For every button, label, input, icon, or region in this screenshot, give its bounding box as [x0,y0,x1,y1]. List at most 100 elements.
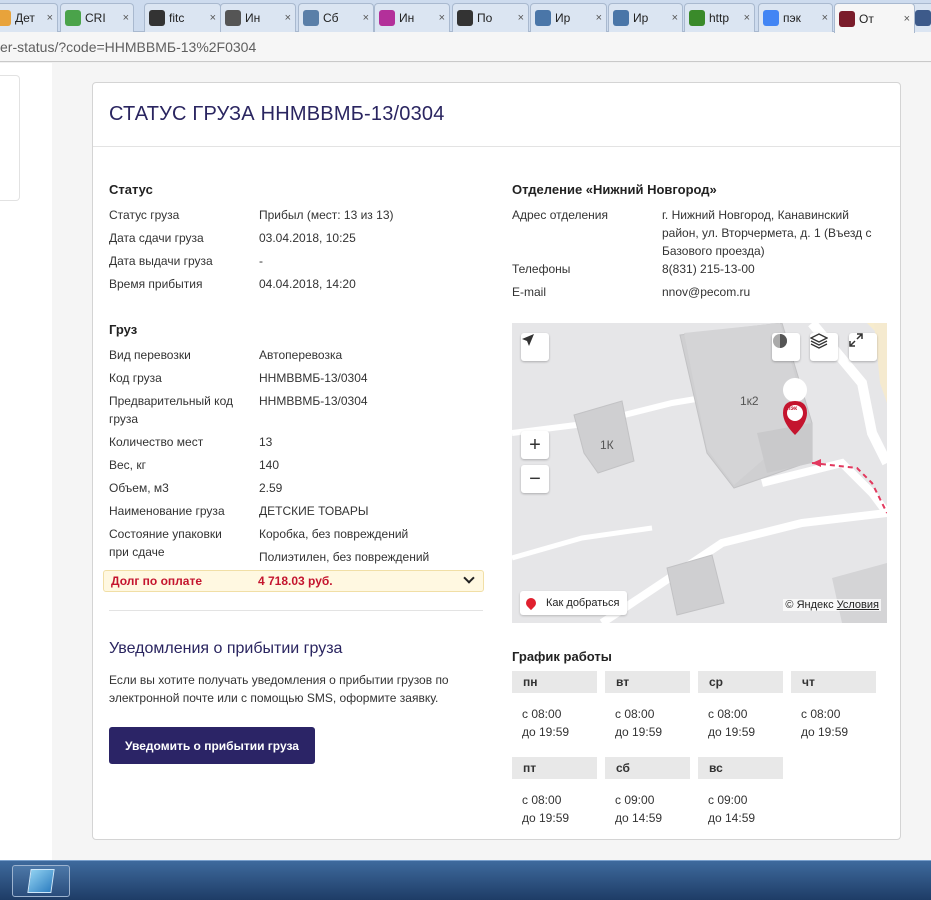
tab-label: fitc [169,11,185,25]
mail-icon [915,10,931,26]
map-canvas [512,323,887,623]
transport-type-label: Вид перевозки [109,348,191,362]
close-icon[interactable]: × [518,12,524,24]
close-icon[interactable]: × [363,12,369,24]
geolocation-button[interactable] [521,333,549,361]
close-icon[interactable]: × [744,12,750,24]
expand-icon [849,333,863,347]
arrival-time-value: 04.04.2018, 14:20 [259,277,356,291]
browser-tab[interactable]: fitc × [144,3,221,32]
schedule-day-wed: ср [698,671,783,693]
cargo-name-value: ДЕТСКИЕ ТОВАРЫ [259,504,369,518]
start-button[interactable] [12,865,70,897]
schedule-day-tue: вт [605,671,690,693]
browser-tab[interactable]: По × [452,3,529,32]
chrome-refresh-icon [65,10,81,26]
tab-label: Сб [323,11,339,25]
browser-tab[interactable]: Ин × [374,3,450,32]
address-bar[interactable]: er-status/?code=ННМВВМБ-13%2F0304 [0,32,931,62]
copyright-text: © Яндекс [785,599,834,611]
close-icon[interactable]: × [47,12,53,24]
tab-label: пэк [783,11,801,25]
close-icon[interactable]: × [285,12,291,24]
schedule-to-fri: до 19:59 [522,811,570,825]
divider [93,146,900,147]
browser-tab[interactable]: Сб × [298,3,374,32]
close-icon[interactable]: × [210,12,216,24]
volume-value: 2.59 [259,481,283,495]
browser-tab[interactable]: Ир × [530,3,607,32]
layers-button[interactable] [810,333,838,361]
chevron-down-icon[interactable] [463,572,475,584]
bag-icon [149,10,165,26]
address-label: Адрес отделения [512,208,608,222]
packaging-value-2: Полиэтилен, без повреждений [259,550,430,564]
minus-icon: − [529,467,541,490]
browser-tab[interactable]: Ин × [220,3,296,32]
browser-tab[interactable]: CRI × [60,3,134,32]
map-pin-icon [523,595,539,611]
layers-icon [810,333,828,349]
browser-tab[interactable]: Дет × [0,3,58,32]
close-icon[interactable]: × [672,12,678,24]
status-heading: Статус [109,182,153,197]
fullscreen-button[interactable] [849,333,877,361]
office-heading: Отделение «Нижний Новгород» [512,182,717,197]
schedule-heading: График работы [512,649,612,664]
schedule-to-tue: до 19:59 [615,725,663,739]
left-panel-stub [0,75,20,201]
route-label: Как добраться [546,597,620,609]
preliminary-code-value: ННМВВМБ-13/0304 [259,394,368,408]
app-window-icon [27,869,55,893]
status-value: Прибыл (мест: 13 из 13) [259,208,394,222]
debt-value: 4 718.03 руб. [258,574,333,588]
tab-label: http [709,11,730,25]
tab-label: Ин [245,11,261,25]
close-icon[interactable]: × [904,13,910,25]
weight-label: Вес, кг [109,458,146,472]
cargo-name-label: Наименование груза [109,504,225,518]
notify-heading: Уведомления о прибытии груза [109,640,343,657]
schedule-to-mon: до 19:59 [522,725,570,739]
whatsapp-icon [689,10,705,26]
cargo-code-label: Код груза [109,371,162,385]
page-title: СТАТУС ГРУЗА ННМВВМБ-13/0304 [109,103,445,125]
shopping-bag-icon [379,10,395,26]
close-icon[interactable]: × [123,12,129,24]
yandex-map[interactable]: 1к2 1К пэк + − Как добраться © Яндекс Ус… [512,323,887,623]
zoom-out-button[interactable]: − [521,465,549,493]
close-icon[interactable]: × [822,12,828,24]
tab-label: Ир [633,11,649,25]
schedule-day-mon: пн [512,671,597,693]
schedule-to-thu: до 19:59 [801,725,849,739]
traffic-button[interactable] [772,333,800,361]
browser-tab[interactable]: От × [834,3,915,33]
schedule-from-wed: с 08:00 [708,707,748,721]
issue-date-value: - [259,254,263,268]
os-taskbar [0,860,931,900]
tab-label: Дет [15,11,35,25]
issue-date-label: Дата выдачи груза [109,254,213,268]
url-text[interactable]: er-status/?code=ННМВВМБ-13%2F0304 [0,39,256,55]
tab-label: От [859,11,874,26]
route-button[interactable]: Как добраться [520,591,628,615]
browser-tab[interactable]: пэк × [758,3,833,32]
email-value[interactable]: nnov@pecom.ru [662,283,750,301]
terms-link[interactable]: Условия [837,599,879,611]
browser-tab[interactable]: http × [684,3,755,32]
debt-row[interactable]: Долг по оплате 4 718.03 руб. [103,570,484,592]
close-icon[interactable]: × [439,12,445,24]
schedule-from-sat: с 09:00 [615,793,655,807]
schedule-day-fri: пт [512,757,597,779]
navigation-arrow-icon [522,334,534,346]
close-icon[interactable]: × [596,12,602,24]
tab-label: Ир [555,11,571,25]
folder-icon [0,10,11,26]
notify-arrival-button[interactable]: Уведомить о прибытии груза [109,727,315,764]
schedule-to-wed: до 19:59 [708,725,756,739]
preliminary-code-label: Предварительный код груза [109,394,233,426]
phone-label: Телефоны [512,262,571,276]
browser-tab[interactable]: Ир × [608,3,683,32]
zoom-in-button[interactable]: + [521,431,549,459]
tab-label: По [477,11,493,25]
